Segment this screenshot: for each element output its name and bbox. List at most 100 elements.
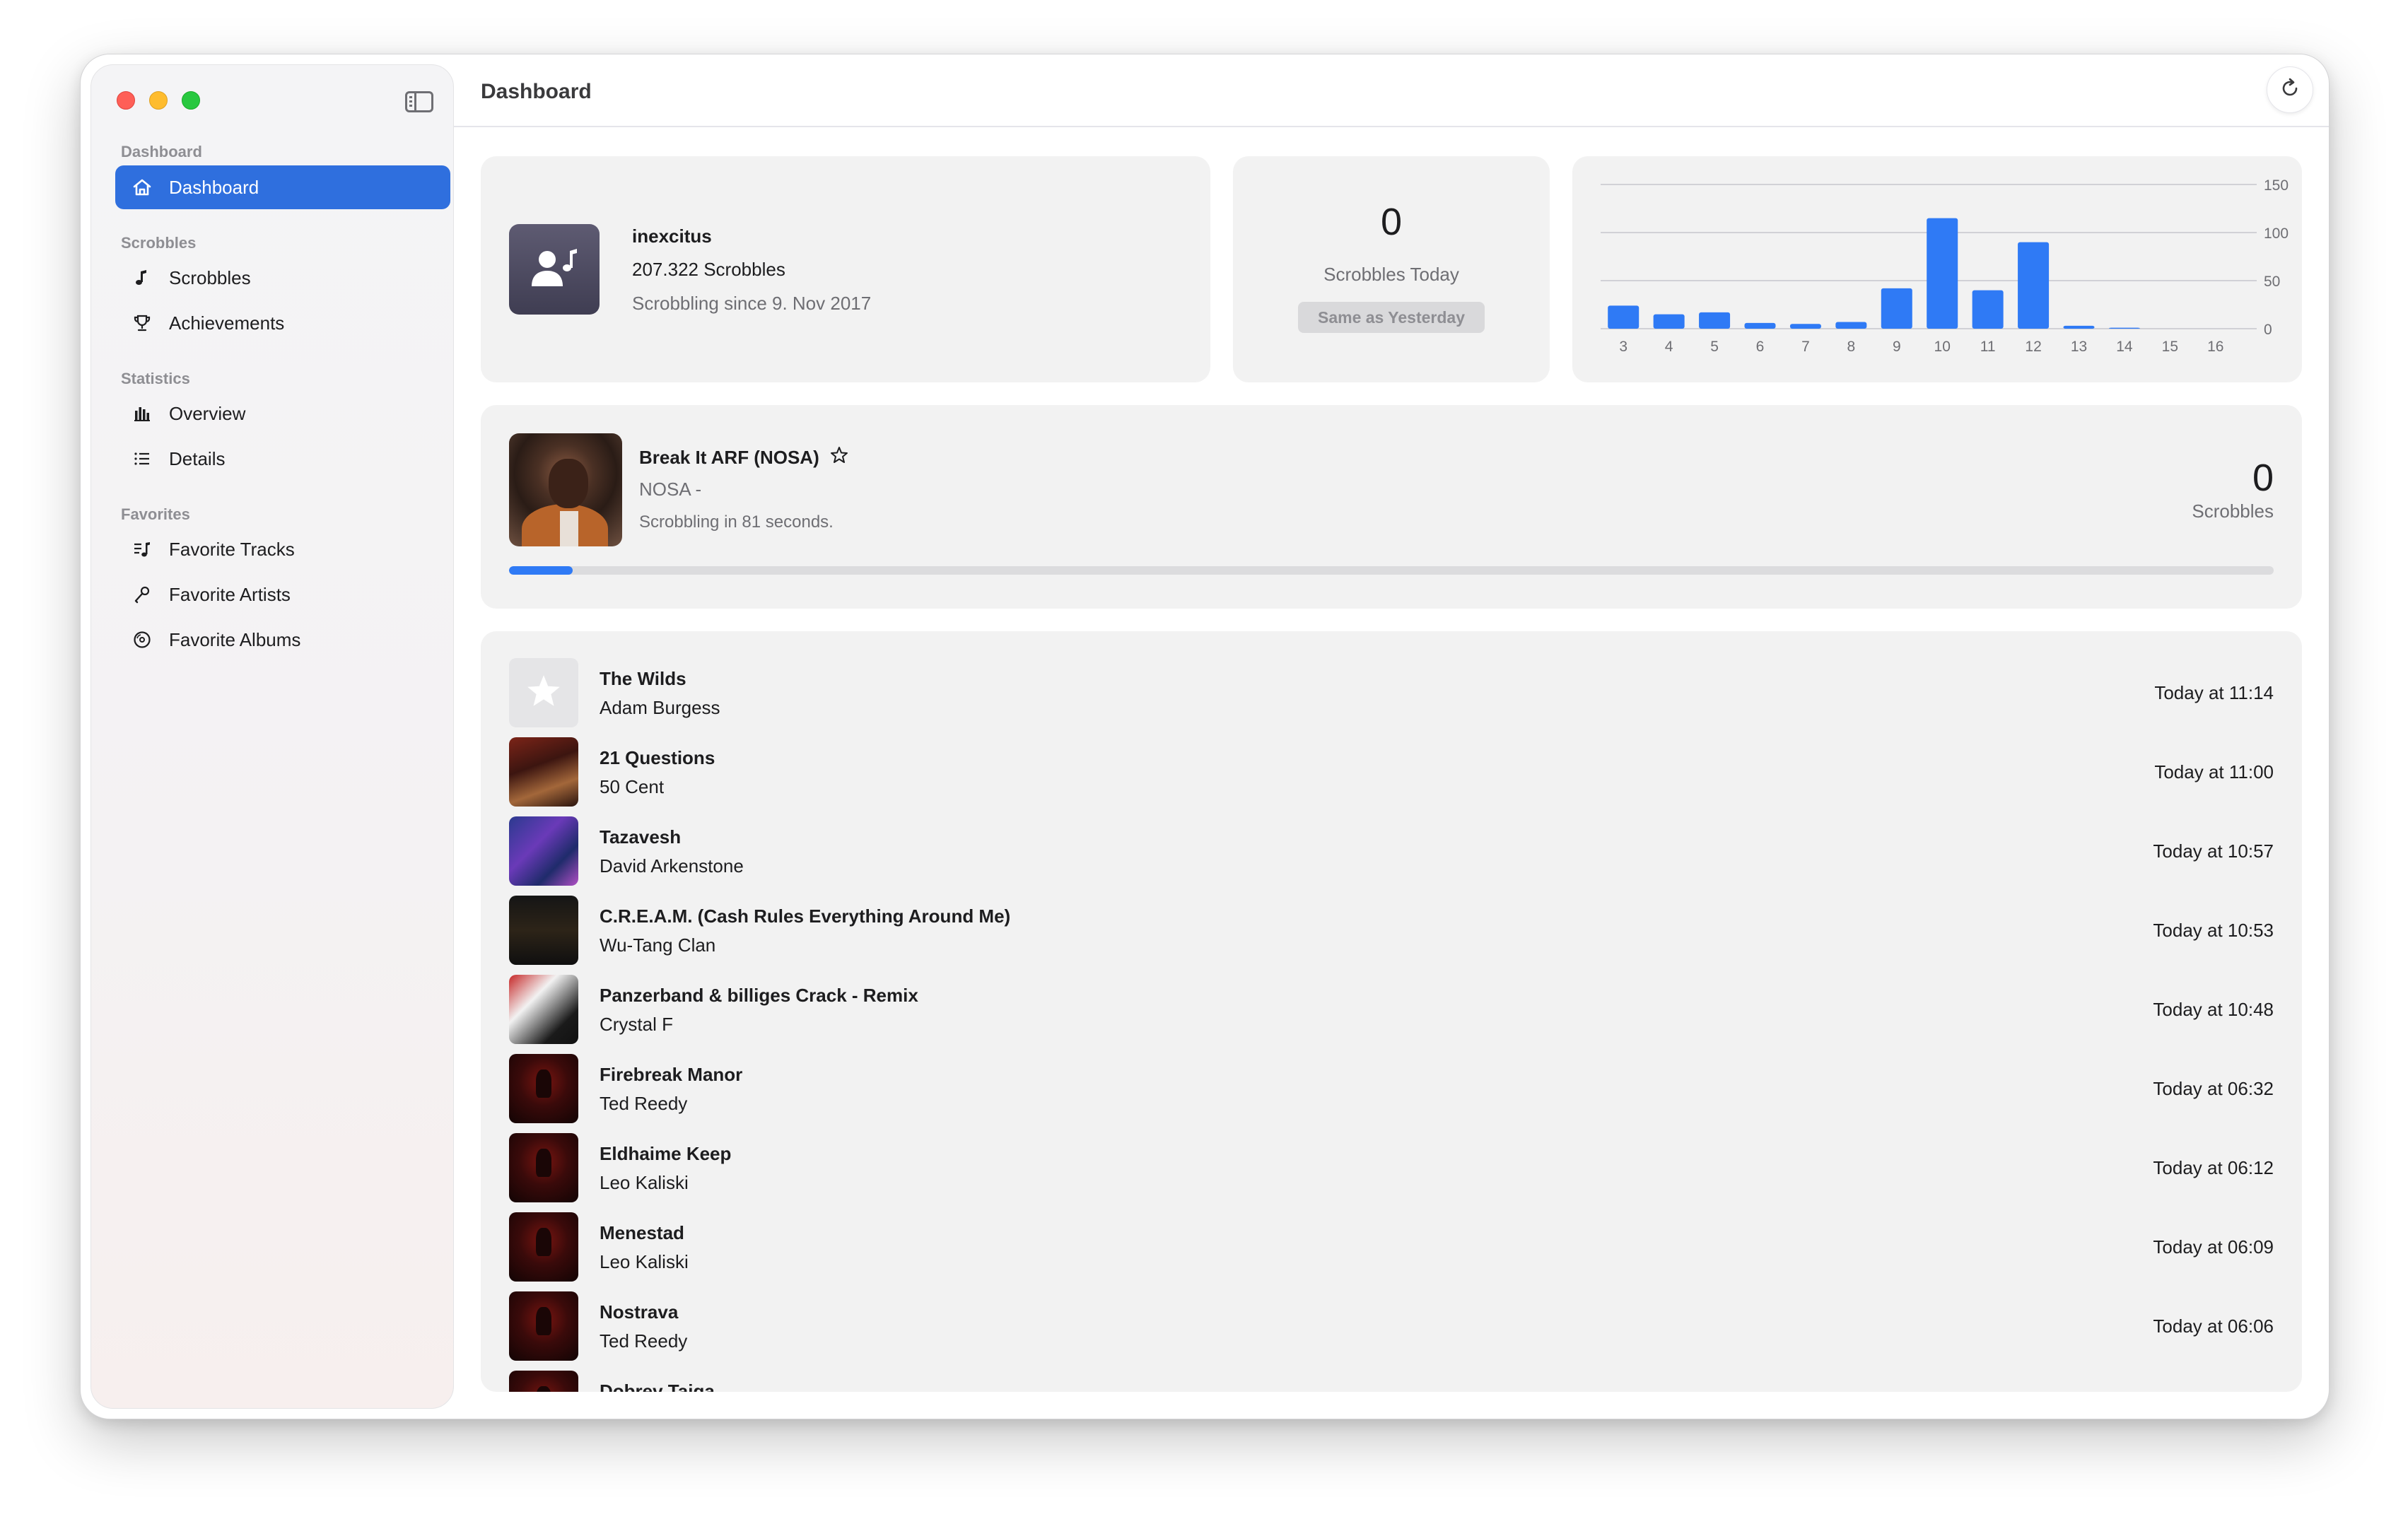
list-icon: [129, 449, 155, 469]
y-tick-label: 50: [2264, 274, 2280, 290]
sidebar-item-achievements[interactable]: Achievements: [115, 301, 450, 345]
chart-bar: [1653, 314, 1685, 329]
track-title: Firebreak Manor: [600, 1064, 743, 1085]
now-playing-title-row: Break It ARF (NOSA): [639, 445, 849, 470]
track-artist: Ted Reedy: [600, 1093, 688, 1114]
star-icon: [523, 671, 564, 715]
scrobble-time: Today at 10:53: [2153, 920, 2274, 941]
list-item[interactable]: Nostrava Ted Reedy Today at 06:06: [509, 1291, 2274, 1361]
list-item[interactable]: Dobrev Taiga: [509, 1371, 2274, 1392]
scrobble-time: Today at 06:12: [2153, 1157, 2274, 1178]
track-title: The Wilds: [600, 668, 686, 689]
track-title: 21 Questions: [600, 747, 715, 768]
album-artwork: [509, 896, 578, 965]
x-tick-label: 9: [1893, 339, 1901, 355]
now-playing-artwork: [509, 433, 622, 546]
track-title: Dobrev Taiga: [600, 1381, 715, 1392]
list-item[interactable]: Eldhaime Keep Leo Kaliski Today at 06:12: [509, 1133, 2274, 1202]
sidebar-toggle-icon[interactable]: [405, 91, 433, 112]
chart-bar: [1881, 288, 1912, 329]
chart-bar: [1835, 322, 1867, 329]
album-artwork: [509, 1291, 578, 1361]
music-note-icon: [129, 268, 155, 288]
refresh-icon: [2278, 76, 2302, 104]
hourly-scrobble-chart: 0 50 100 150 3 4 5 6 7 8 9 10 11 12 13 14 15 16: [1601, 177, 2289, 355]
list-item[interactable]: C.R.E.A.M. (Cash Rules Everything Around…: [509, 896, 2274, 965]
x-tick-label: 3: [1619, 339, 1627, 355]
track-title: C.R.E.A.M. (Cash Rules Everything Around…: [600, 905, 1011, 927]
now-playing-card: Break It ARF (NOSA) NOSA - Scrobbling in…: [481, 405, 2302, 609]
sidebar-item-favorite-artists[interactable]: Favorite Artists: [115, 573, 450, 616]
y-tick-label: 100: [2264, 225, 2289, 242]
track-artist: Adam Burgess: [600, 697, 720, 718]
track-artist: Leo Kaliski: [600, 1172, 689, 1193]
scrobble-progress-bar: [509, 566, 2274, 575]
section-label-dashboard: Dashboard: [121, 143, 202, 160]
total-scrobbles: 207.322 Scrobbles: [632, 259, 785, 280]
x-tick-label: 4: [1665, 339, 1673, 355]
scrobble-time: Today at 11:00: [2154, 761, 2274, 782]
microphone-icon: [129, 585, 155, 604]
list-item[interactable]: Panzerband & billiges Crack - Remix Cryst…: [509, 975, 2274, 1044]
x-tick-label: 6: [1756, 339, 1765, 355]
profile-card: inexcitus 207.322 Scrobbles Scrobbling s…: [481, 156, 1210, 382]
section-label-favorites: Favorites: [121, 505, 190, 523]
scrobble-progress-fill: [509, 566, 573, 575]
track-title: Tazavesh: [600, 826, 682, 848]
sidebar-item-label: Achievements: [169, 312, 285, 334]
sidebar-item-dashboard[interactable]: Dashboard: [115, 165, 450, 209]
sidebar-item-label: Dashboard: [169, 176, 259, 198]
x-tick-label: 11: [1980, 339, 1996, 355]
x-tick-label: 10: [1934, 339, 1951, 355]
sidebar-item-label: Scrobbles: [169, 266, 251, 288]
album-artwork: [509, 975, 578, 1044]
avatar: [509, 224, 600, 315]
list-item[interactable]: Tazavesh David Arkenstone Today at 10:57: [509, 816, 2274, 886]
recent-tracks-list[interactable]: The Wilds Adam Burgess Today at 11:14 21 Qu…: [481, 631, 2302, 1392]
now-playing-artist: NOSA -: [639, 479, 702, 500]
album-artwork: [509, 1054, 578, 1123]
list-item[interactable]: The Wilds Adam Burgess Today at 11:14: [509, 658, 2274, 727]
page-title: Dashboard: [481, 80, 592, 103]
track-artist: Leo Kaliski: [600, 1251, 689, 1272]
sidebar-item-details[interactable]: Details: [115, 437, 450, 481]
chart-bars-icon: [129, 404, 155, 423]
scrobble-time: Today at 10:48: [2153, 999, 2274, 1020]
record-icon: [129, 630, 155, 650]
sidebar-item-favorite-tracks[interactable]: Favorite Tracks: [115, 527, 450, 571]
header-divider: [454, 126, 2329, 127]
sidebar-item-favorite-albums[interactable]: Favorite Albums: [115, 618, 450, 662]
track-artist: Crystal F: [600, 1014, 673, 1035]
minimize-window-button[interactable]: [149, 91, 168, 110]
app-window: Dashboard Dashboard Scrobbles Scrobbles …: [80, 54, 2330, 1419]
x-tick-label: 15: [2162, 339, 2178, 355]
list-item[interactable]: Firebreak Manor Ted Reedy Today at 06:32: [509, 1054, 2274, 1123]
today-count: 0: [1380, 201, 1403, 243]
track-title: Nostrava: [600, 1301, 679, 1323]
sidebar-item-overview[interactable]: Overview: [115, 392, 450, 435]
list-item[interactable]: Menestad Leo Kaliski Today at 06:09: [509, 1212, 2274, 1282]
scrobble-time: Today at 06:06: [2153, 1315, 2274, 1337]
house-icon: [129, 177, 155, 197]
trophy-icon: [129, 313, 155, 333]
zoom-window-button[interactable]: [182, 91, 200, 110]
username: inexcitus: [632, 225, 712, 247]
chart-bar: [1699, 312, 1731, 329]
album-artwork: [509, 1133, 578, 1202]
sidebar-item-label: Favorite Albums: [169, 628, 301, 650]
chart-bar: [1927, 218, 1958, 329]
x-tick-label: 16: [2207, 339, 2223, 355]
x-tick-label: 7: [1801, 339, 1810, 355]
sidebar-item-label: Details: [169, 447, 226, 469]
track-artist: David Arkenstone: [600, 855, 744, 877]
chart-bar: [2108, 327, 2140, 329]
now-playing-count-label: Scrobbles: [2192, 500, 2274, 522]
chart-bar: [1744, 322, 1776, 329]
refresh-button[interactable]: [2267, 66, 2313, 113]
close-window-button[interactable]: [117, 91, 135, 110]
now-playing-count: 0: [2252, 457, 2274, 499]
sidebar-item-scrobbles[interactable]: Scrobbles: [115, 256, 450, 300]
star-icon[interactable]: [829, 445, 849, 470]
list-item[interactable]: 21 Questions 50 Cent Today at 11:00: [509, 737, 2274, 807]
track-title: Eldhaime Keep: [600, 1143, 732, 1164]
